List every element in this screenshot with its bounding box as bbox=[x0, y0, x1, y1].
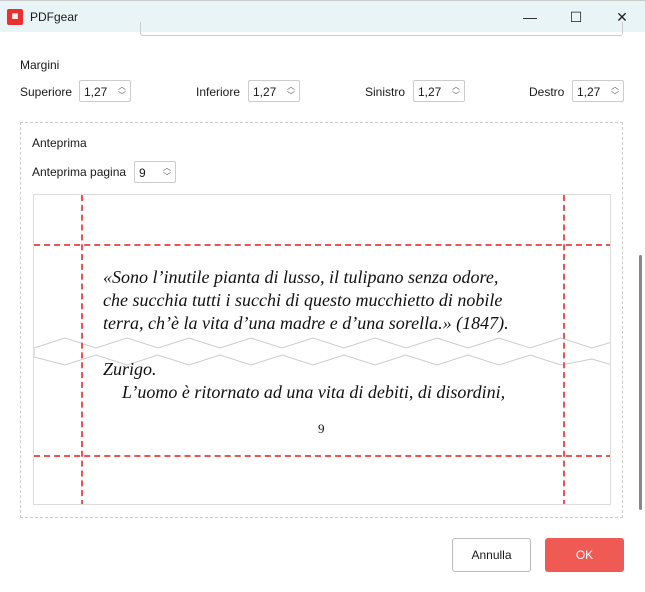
chevron-down-icon[interactable]: ﹀ bbox=[118, 92, 126, 100]
left-margin-label: Sinistro bbox=[365, 85, 406, 99]
left-margin-stepper[interactable]: 1,27 ︿ ﹀ bbox=[413, 80, 465, 102]
preview-text-line: «Sono l’inutile pianta di lusso, il tuli… bbox=[103, 267, 499, 287]
top-margin-stepper[interactable]: 1,27 ︿ ﹀ bbox=[79, 80, 131, 102]
chevron-up-icon[interactable]: ︿ bbox=[163, 164, 171, 172]
right-margin-line bbox=[563, 195, 565, 504]
chevron-down-icon[interactable]: ﹀ bbox=[611, 92, 619, 100]
chevron-down-icon[interactable]: ﹀ bbox=[452, 92, 460, 100]
top-field[interactable] bbox=[140, 22, 623, 36]
bottom-margin-stepper[interactable]: 1,27 ︿ ﹀ bbox=[248, 80, 300, 102]
preview-text-line: terra, ch’è la vita d’una madre e d’una … bbox=[103, 313, 509, 333]
right-margin-label: Destro bbox=[529, 85, 565, 99]
chevron-down-icon[interactable]: ﹀ bbox=[163, 173, 171, 181]
chevron-up-icon[interactable]: ︿ bbox=[287, 83, 295, 91]
page-preview: «Sono l’inutile pianta di lusso, il tuli… bbox=[33, 194, 611, 505]
pdfgear-logo-icon: ▦ bbox=[7, 9, 23, 25]
preview-text-line: Zurigo. bbox=[103, 359, 157, 379]
preview-page-label: Anteprima pagina bbox=[32, 165, 127, 179]
top-margin-line bbox=[34, 244, 610, 246]
margins-heading: Margini bbox=[20, 58, 60, 72]
ok-button[interactable]: OK bbox=[545, 538, 624, 572]
bottom-margin-label: Inferiore bbox=[196, 85, 241, 99]
bottom-margin-line bbox=[34, 455, 610, 457]
chevron-up-icon[interactable]: ︿ bbox=[452, 83, 460, 91]
preview-text-line: che succhia tutti i succhi di questo muc… bbox=[103, 290, 503, 310]
preview-page-stepper[interactable]: 9 ︿ ﹀ bbox=[134, 161, 176, 183]
chevron-up-icon[interactable]: ︿ bbox=[118, 83, 126, 91]
window-title: PDFgear bbox=[30, 10, 79, 24]
scrollbar-thumb[interactable] bbox=[639, 255, 642, 510]
left-margin-line bbox=[81, 195, 83, 504]
cancel-button[interactable]: Annulla bbox=[452, 538, 531, 572]
page-number: 9 bbox=[318, 421, 325, 436]
chevron-down-icon[interactable]: ﹀ bbox=[287, 92, 295, 100]
chevron-up-icon[interactable]: ︿ bbox=[611, 83, 619, 91]
top-margin-label: Superiore bbox=[20, 85, 73, 99]
preview-text-line: L’uomo è ritornato ad una vita di debiti… bbox=[122, 382, 506, 402]
right-margin-stepper[interactable]: 1,27 ︿ ﹀ bbox=[572, 80, 624, 102]
preview-heading: Anteprima bbox=[32, 136, 87, 150]
